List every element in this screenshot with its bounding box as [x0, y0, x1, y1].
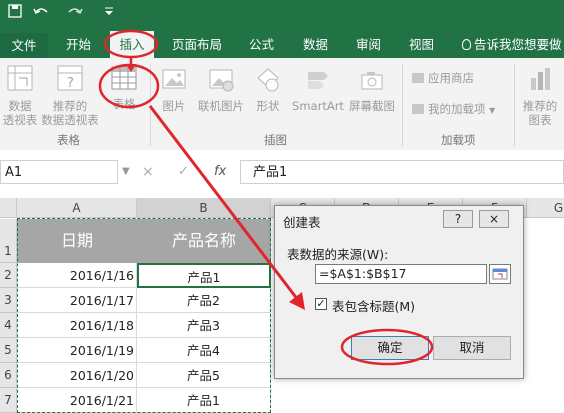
range-select-icon: [492, 268, 508, 280]
column-header-b[interactable]: B: [137, 198, 271, 218]
recommended-charts-label: 推荐的 图表: [522, 99, 558, 127]
table-icon: [111, 66, 137, 90]
recommended-pivot-button[interactable]: ? 推荐的 数据透视表: [38, 64, 102, 127]
pivot-table-button[interactable]: 数据 透视表: [0, 64, 40, 127]
addins-icon: [412, 104, 424, 114]
group-label-tables: 表格: [57, 133, 80, 147]
source-range-label: 表数据的来源(W):: [287, 247, 389, 262]
screenshot-label: 屏幕截图: [349, 99, 395, 113]
row-header[interactable]: 5: [0, 338, 17, 363]
tab-page-layout[interactable]: 页面布局: [172, 34, 222, 53]
column-header-g[interactable]: G: [527, 198, 564, 218]
row-header[interactable]: 2: [0, 263, 17, 288]
create-table-dialog: 创建表 ? × 表数据的来源(W): =$A$1:$B$17 ✓ 表包含标题(M…: [274, 205, 524, 379]
row-header[interactable]: 7: [0, 388, 17, 413]
tab-view[interactable]: 视图: [409, 34, 434, 53]
store-label: 应用商店: [428, 71, 474, 85]
group-separator: [514, 64, 515, 146]
screenshot-button[interactable]: 屏幕截图: [346, 66, 398, 113]
has-headers-label: 表包含标题(M): [332, 299, 416, 314]
online-picture-icon: [209, 69, 234, 92]
formula-input[interactable]: 产品1: [240, 160, 564, 184]
confirm-entry-icon[interactable]: ✓: [178, 164, 189, 179]
name-box-dropdown-icon[interactable]: ▼: [122, 166, 130, 177]
shapes-label: 形状: [256, 99, 280, 113]
svg-text:?: ?: [67, 76, 74, 91]
cancel-button[interactable]: 取消: [433, 336, 511, 360]
online-pictures-label: 联机图片: [198, 99, 244, 113]
tell-me-search[interactable]: 告诉我您想要做: [462, 34, 562, 53]
tab-data[interactable]: 数据: [303, 34, 328, 53]
row-header[interactable]: 1: [0, 219, 17, 263]
close-button[interactable]: ×: [479, 210, 509, 228]
chevron-down-icon: ▼: [489, 106, 496, 115]
shapes-icon: [257, 68, 279, 92]
range-selection-marquee: [17, 218, 271, 413]
row-header[interactable]: 6: [0, 363, 17, 388]
recommended-pivot-icon: ?: [57, 65, 83, 91]
tab-file[interactable]: 文件: [0, 33, 48, 58]
store-icon: [412, 73, 424, 83]
customize-icon[interactable]: [104, 4, 114, 22]
select-all-corner[interactable]: [0, 198, 17, 218]
ok-button[interactable]: 确定: [351, 336, 429, 360]
group-label-illustrations: 插图: [264, 133, 287, 147]
dialog-title: 创建表: [283, 215, 321, 230]
pictures-label: 图片: [162, 99, 186, 113]
cancel-entry-icon[interactable]: ×: [142, 164, 154, 180]
help-button[interactable]: ?: [443, 210, 473, 228]
tab-formulas[interactable]: 公式: [249, 34, 274, 53]
smartart-button[interactable]: SmartArt: [290, 66, 346, 113]
lightbulb-icon: [462, 39, 471, 50]
redo-icon[interactable]: [66, 4, 84, 22]
online-pictures-button[interactable]: 联机图片: [194, 66, 248, 113]
tab-home[interactable]: 开始: [66, 34, 91, 53]
undo-icon[interactable]: [32, 4, 50, 22]
row-header[interactable]: 4: [0, 313, 17, 338]
group-separator: [150, 64, 151, 146]
store-button[interactable]: 应用商店: [412, 70, 474, 86]
group-separator: [402, 64, 403, 146]
picture-icon: [162, 69, 186, 89]
tell-me-label: 告诉我您想要做: [474, 37, 562, 52]
name-box[interactable]: A1: [0, 160, 118, 184]
pictures-button[interactable]: 图片: [156, 66, 192, 113]
camera-icon: [361, 72, 383, 90]
row-header[interactable]: 3: [0, 288, 17, 313]
insert-function-icon[interactable]: fx: [214, 164, 226, 179]
my-addins-label: 我的加载项: [428, 102, 486, 116]
recommended-charts-button[interactable]: 推荐的 图表: [518, 64, 562, 127]
has-headers-checkbox[interactable]: ✓: [315, 298, 327, 310]
pivot-table-icon: [7, 65, 33, 91]
smartart-label: SmartArt: [292, 99, 344, 113]
source-range-input[interactable]: =$A$1:$B$17: [315, 264, 487, 284]
save-icon[interactable]: [8, 4, 22, 22]
recommended-pivot-label: 推荐的 数据透视表: [41, 99, 99, 127]
smartart-icon: [308, 72, 328, 89]
table-button[interactable]: 表格: [104, 64, 144, 111]
tab-insert[interactable]: 插入: [110, 31, 154, 58]
collapse-dialog-button[interactable]: [489, 264, 511, 284]
recommended-charts-icon: [531, 68, 550, 90]
pivot-table-label: 数据 透视表: [2, 99, 38, 127]
tab-review[interactable]: 审阅: [356, 34, 381, 53]
column-header-a[interactable]: A: [17, 198, 137, 218]
shapes-button[interactable]: 形状: [250, 66, 286, 113]
table-label: 表格: [112, 97, 136, 111]
group-label-addins: 加载项: [441, 133, 476, 147]
my-addins-button[interactable]: 我的加载项 ▼: [412, 101, 495, 117]
